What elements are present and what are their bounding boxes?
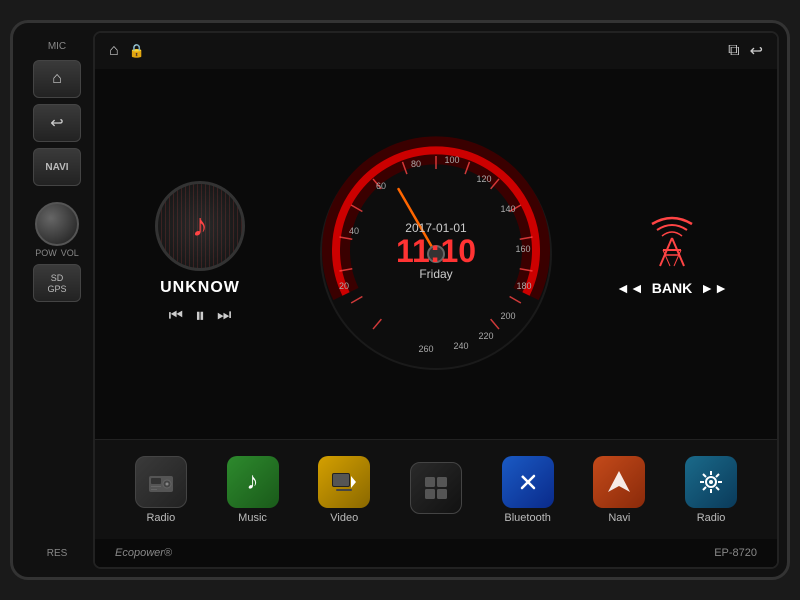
music-app-icon: ♪ xyxy=(227,456,279,508)
time-display: 2017-01-01 11:10 Friday xyxy=(396,221,476,281)
screen-content: ♪ UNKNOW ⏮ ⏸ ⏭ xyxy=(95,69,777,567)
svg-text:20: 20 xyxy=(339,281,349,291)
svg-text:240: 240 xyxy=(453,341,468,351)
radio-prev-button[interactable]: ◄◄ xyxy=(616,280,644,296)
navi-app-icon xyxy=(593,456,645,508)
settings-app-icon xyxy=(685,456,737,508)
device-body: MIC ⌂ ↩ NAVI POW VOL SD GPS RES ⌂ � xyxy=(10,20,790,580)
svg-text:100: 100 xyxy=(444,155,459,165)
svg-text:220: 220 xyxy=(478,331,493,341)
svg-text:200: 200 xyxy=(500,311,515,321)
app-item-apps[interactable] xyxy=(406,462,466,518)
clock-time: 11:10 xyxy=(396,235,476,267)
screen-window-icon[interactable]: ⧉ xyxy=(728,42,739,60)
topbar-right: ⧉ ↩ xyxy=(728,41,763,61)
settings-app-label: Radio xyxy=(697,512,726,524)
speedometer: 20 40 60 80 100 120 140 160 180 200 220 … xyxy=(316,134,556,374)
svg-text:260: 260 xyxy=(418,344,433,354)
radio-controls: ◄◄ BANK ►► xyxy=(616,280,728,296)
radio-next-button[interactable]: ►► xyxy=(700,280,728,296)
speedometer-section: 20 40 60 80 100 120 140 160 180 200 220 … xyxy=(295,134,577,374)
music-section: ♪ UNKNOW ⏮ ⏸ ⏭ xyxy=(115,181,285,328)
radio-app-label: Radio xyxy=(146,512,175,524)
day-display: Friday xyxy=(396,267,476,281)
app-item-bluetooth[interactable]: Bluetooth xyxy=(498,456,558,524)
gps-label: GPS xyxy=(47,284,66,294)
svg-text:60: 60 xyxy=(376,181,386,191)
svg-text:140: 140 xyxy=(500,204,515,214)
bluetooth-app-label: Bluetooth xyxy=(504,512,550,524)
music-note-icon: ♪ xyxy=(192,207,208,244)
svg-text:40: 40 xyxy=(349,226,359,236)
screen-lock-icon: 🔒 xyxy=(129,43,145,59)
back-physical-button[interactable]: ↩ xyxy=(33,104,81,142)
svg-text:160: 160 xyxy=(515,244,530,254)
model-number: EP-8720 xyxy=(714,547,757,559)
vol-label: VOL xyxy=(61,248,79,258)
next-track-button[interactable]: ⏭ xyxy=(217,307,231,325)
signal-section: ◄◄ BANK ►► xyxy=(587,212,757,296)
navi-app-label: Navi xyxy=(608,512,630,524)
screen-topbar: ⌂ 🔒 ⧉ ↩ xyxy=(95,33,777,69)
pow-label: POW xyxy=(35,248,57,258)
navi-button[interactable]: NAVI xyxy=(33,148,81,186)
dashboard: ♪ UNKNOW ⏮ ⏸ ⏭ xyxy=(95,69,777,439)
sd-label: SD xyxy=(51,273,64,283)
station-name: BANK xyxy=(652,280,692,296)
app-bar: Radio ♪ Music xyxy=(95,439,777,539)
app-item-radio[interactable]: Radio xyxy=(131,456,191,524)
svg-text:120: 120 xyxy=(476,174,491,184)
home-icon: ⌂ xyxy=(52,70,62,88)
mic-label: MIC xyxy=(48,41,66,52)
sd-gps-button[interactable]: SD GPS xyxy=(33,264,81,302)
apps-grid-icon xyxy=(410,462,462,514)
knob-section: POW VOL xyxy=(35,202,79,258)
antenna-tower-icon xyxy=(642,212,702,272)
bluetooth-app-icon xyxy=(502,456,554,508)
app-item-settings[interactable]: Radio xyxy=(681,456,741,524)
play-pause-button[interactable]: ⏸ xyxy=(195,305,205,328)
video-app-icon xyxy=(318,456,370,508)
screen-back-icon[interactable]: ↩ xyxy=(750,41,763,61)
app-item-video[interactable]: Video xyxy=(314,456,374,524)
volume-knob[interactable] xyxy=(35,202,79,246)
app-item-navi[interactable]: Navi xyxy=(589,456,649,524)
brand-name: Ecopower® xyxy=(115,547,172,559)
video-app-label: Video xyxy=(330,512,358,524)
screen-home-icon[interactable]: ⌂ xyxy=(109,42,119,60)
main-screen: ⌂ 🔒 ⧉ ↩ ♪ UNKNOW ⏮ ⏸ xyxy=(93,31,779,569)
music-controls: ⏮ ⏸ ⏭ xyxy=(169,305,232,328)
res-label: RES xyxy=(47,548,68,559)
music-app-label: Music xyxy=(238,512,267,524)
album-art: ♪ xyxy=(155,181,245,271)
svg-text:80: 80 xyxy=(411,159,421,169)
track-title: UNKNOW xyxy=(160,279,240,297)
navi-label: NAVI xyxy=(45,162,68,173)
brand-bar: Ecopower® EP-8720 xyxy=(95,539,777,567)
topbar-left: ⌂ 🔒 xyxy=(109,42,145,60)
left-panel: MIC ⌂ ↩ NAVI POW VOL SD GPS RES xyxy=(21,31,93,569)
app-item-music[interactable]: ♪ Music xyxy=(223,456,283,524)
prev-track-button[interactable]: ⏮ xyxy=(169,307,183,325)
svg-text:180: 180 xyxy=(516,281,531,291)
back-icon: ↩ xyxy=(50,113,63,133)
radio-app-icon xyxy=(135,456,187,508)
home-physical-button[interactable]: ⌂ xyxy=(33,60,81,98)
